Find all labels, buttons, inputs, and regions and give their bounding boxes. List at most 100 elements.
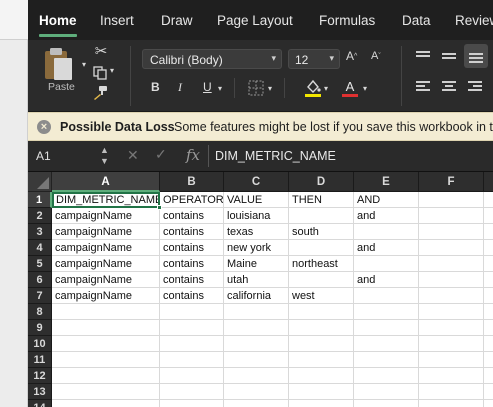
row-header-14[interactable]: 14 (28, 400, 52, 407)
row-header-6[interactable]: 6 (28, 272, 52, 288)
cell-f14[interactable] (419, 400, 484, 407)
cell-a14[interactable] (52, 400, 160, 407)
cell-g13[interactable] (484, 384, 493, 400)
cell-c9[interactable] (224, 320, 289, 336)
cell-g3[interactable] (484, 224, 493, 240)
close-icon[interactable]: × (37, 120, 51, 134)
align-right-icon[interactable] (468, 80, 482, 94)
cell-a1[interactable]: DIM_METRIC_NAME (52, 192, 160, 208)
borders-icon[interactable] (248, 80, 264, 96)
fill-color-icon[interactable] (304, 78, 322, 98)
cell-b14[interactable] (160, 400, 224, 407)
cell-b11[interactable] (160, 352, 224, 368)
cell-b10[interactable] (160, 336, 224, 352)
column-header-f[interactable]: F (419, 172, 484, 192)
row-header-10[interactable]: 10 (28, 336, 52, 352)
cell-a5[interactable]: campaignName (52, 256, 160, 272)
cell-a9[interactable] (52, 320, 160, 336)
cell-f2[interactable] (419, 208, 484, 224)
row-header-2[interactable]: 2 (28, 208, 52, 224)
row-header-13[interactable]: 13 (28, 384, 52, 400)
fill-handle[interactable] (157, 205, 162, 210)
font-size-select[interactable]: 12 ▾ (288, 49, 340, 69)
align-left-icon[interactable] (416, 80, 430, 94)
cell-e1[interactable]: AND (354, 192, 419, 208)
cell-g11[interactable] (484, 352, 493, 368)
align-top-icon[interactable] (416, 50, 430, 64)
cell-a3[interactable]: campaignName (52, 224, 160, 240)
cell-c13[interactable] (224, 384, 289, 400)
font-name-select[interactable]: Calibri (Body) ▾ (142, 49, 282, 69)
worksheet-grid[interactable]: A B C D E F 1 DIM_METRIC_NAME OPERATOR VALUE THEN A… (28, 172, 493, 407)
cell-b9[interactable] (160, 320, 224, 336)
cell-d10[interactable] (289, 336, 354, 352)
name-box[interactable]: A1 (36, 149, 51, 163)
cell-c8[interactable] (224, 304, 289, 320)
cell-f13[interactable] (419, 384, 484, 400)
cell-b3[interactable]: contains (160, 224, 224, 240)
tab-formulas[interactable]: Formulas (319, 13, 375, 28)
cell-c3[interactable]: texas (224, 224, 289, 240)
increase-font-size-icon[interactable]: A ^ (346, 49, 357, 63)
cell-c2[interactable]: louisiana (224, 208, 289, 224)
cell-f4[interactable] (419, 240, 484, 256)
cell-f10[interactable] (419, 336, 484, 352)
cell-e13[interactable] (354, 384, 419, 400)
cell-a7[interactable]: campaignName (52, 288, 160, 304)
cell-e6[interactable]: and (354, 272, 419, 288)
cell-f7[interactable] (419, 288, 484, 304)
decrease-font-size-icon[interactable]: Aˇ (371, 50, 381, 62)
cell-g14[interactable] (484, 400, 493, 407)
bold-button[interactable]: B (151, 80, 160, 94)
cell-e9[interactable] (354, 320, 419, 336)
cell-g4[interactable] (484, 240, 493, 256)
cell-e10[interactable] (354, 336, 419, 352)
cell-a10[interactable] (52, 336, 160, 352)
cell-f11[interactable] (419, 352, 484, 368)
cell-d1[interactable]: THEN (289, 192, 354, 208)
column-header-d[interactable]: D (289, 172, 354, 192)
cell-b4[interactable]: contains (160, 240, 224, 256)
cell-a12[interactable] (52, 368, 160, 384)
cell-a13[interactable] (52, 384, 160, 400)
column-header-a[interactable]: A (52, 172, 160, 192)
cell-g5[interactable] (484, 256, 493, 272)
cell-c10[interactable] (224, 336, 289, 352)
cell-d7[interactable]: west (289, 288, 354, 304)
cell-c4[interactable]: new york (224, 240, 289, 256)
row-header-3[interactable]: 3 (28, 224, 52, 240)
cell-b5[interactable]: contains (160, 256, 224, 272)
tab-page-layout[interactable]: Page Layout (217, 13, 293, 28)
cell-a11[interactable] (52, 352, 160, 368)
confirm-entry-icon[interactable]: ✓ (155, 146, 167, 163)
name-box-stepper-icon[interactable]: ▲ ▼ (100, 145, 109, 167)
cell-d12[interactable] (289, 368, 354, 384)
cell-a4[interactable]: campaignName (52, 240, 160, 256)
cell-b6[interactable]: contains (160, 272, 224, 288)
cell-d4[interactable] (289, 240, 354, 256)
tab-draw[interactable]: Draw (161, 13, 193, 28)
cell-d3[interactable]: south (289, 224, 354, 240)
cell-d9[interactable] (289, 320, 354, 336)
cell-e4[interactable]: and (354, 240, 419, 256)
tab-review[interactable]: Review (455, 13, 493, 28)
column-header-e[interactable]: E (354, 172, 419, 192)
borders-dropdown-icon[interactable]: ▾ (268, 84, 272, 93)
row-header-9[interactable]: 9 (28, 320, 52, 336)
copy-dropdown-icon[interactable]: ▾ (110, 66, 114, 75)
cell-b8[interactable] (160, 304, 224, 320)
cell-f9[interactable] (419, 320, 484, 336)
cell-g8[interactable] (484, 304, 493, 320)
align-bottom-icon[interactable] (464, 44, 488, 68)
cell-g9[interactable] (484, 320, 493, 336)
underline-button[interactable]: U (203, 80, 212, 94)
column-header-next[interactable] (484, 172, 493, 192)
cell-b2[interactable]: contains (160, 208, 224, 224)
cell-e3[interactable] (354, 224, 419, 240)
formula-input[interactable]: DIM_METRIC_NAME (215, 149, 336, 163)
cell-f1[interactable] (419, 192, 484, 208)
cell-b13[interactable] (160, 384, 224, 400)
cell-a2[interactable]: campaignName (52, 208, 160, 224)
row-header-7[interactable]: 7 (28, 288, 52, 304)
cell-d11[interactable] (289, 352, 354, 368)
